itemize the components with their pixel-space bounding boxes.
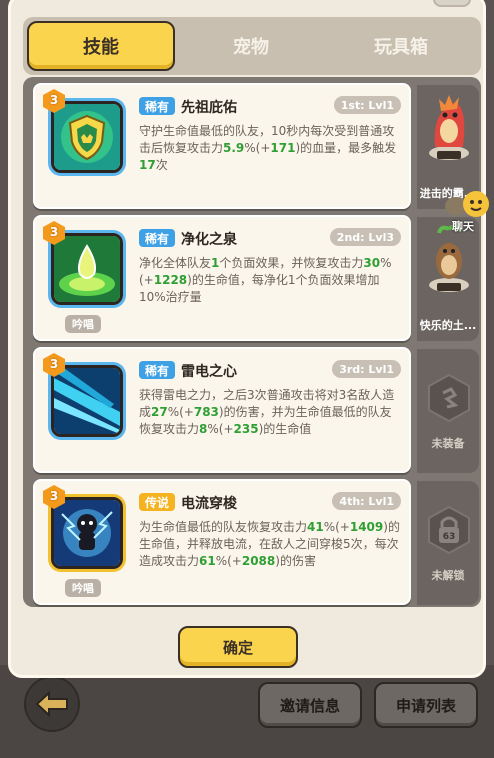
skill-card[interactable]: 3 吟唱 稀有 净化之泉 2nd: Lvl3 净化全体队友1个负面效果，并恢复攻…	[33, 215, 411, 341]
slot-level-badge: 1st: Lvl1	[333, 96, 401, 114]
confirm-button[interactable]: 确定	[178, 626, 298, 668]
lightning-icon	[54, 368, 120, 434]
skill-name: 雷电之心	[181, 364, 237, 380]
skill-list: 3 稀有 先祖庇佑 1st: Lvl1 守护生命值最低的队友，10秒内每次受到普…	[23, 77, 481, 607]
back-button[interactable]	[24, 676, 80, 732]
tab-pets[interactable]: 宠物	[177, 21, 325, 71]
chat-bubble-icon	[445, 191, 489, 217]
level-badge: 3	[43, 485, 65, 509]
lock-number: 63	[443, 532, 456, 542]
level-badge: 3	[43, 353, 65, 377]
slot-level-badge: 2nd: Lvl3	[329, 228, 401, 246]
panel-top-decoration	[433, 0, 471, 7]
chant-tag: 吟唱	[65, 579, 101, 597]
invite-info-button[interactable]: 邀请信息	[258, 682, 362, 728]
rarity-tag: 稀有	[139, 97, 176, 115]
lock-icon: 63	[428, 505, 470, 555]
tab-toybox[interactable]: 玩具箱	[327, 21, 475, 71]
skill-card[interactable]: 3 稀有 雷电之心 3rd: Lvl1 获得雷电之力，之后3次普通攻击将对3名敌…	[33, 347, 411, 473]
skill-description: 获得雷电之力，之后3次普通攻击将对3名敌人造成27%(+783)的伤害，并为生命…	[139, 388, 395, 436]
skill-description: 守护生命值最低的队友，10秒内每次受到普通攻击后恢复攻击力5.9%(+171)的…	[139, 124, 397, 172]
pet-name: 快乐的土...	[419, 319, 477, 332]
locked-slot[interactable]: 63 未解锁	[417, 481, 479, 605]
slot-level-badge: 4th: Lvl1	[332, 492, 401, 510]
level-badge: 3	[43, 89, 65, 113]
slot-status: 未装备	[431, 437, 465, 450]
skill-name: 净化之泉	[181, 232, 237, 248]
back-arrow-icon	[35, 691, 68, 717]
skill-panel: 技能 宠物 玩具箱 3 稀有 先祖庇佑 1st: Lvl1 守护生命值最低的队友…	[8, 0, 486, 678]
electric-figure-icon	[54, 500, 120, 566]
rarity-tag: 稀有	[139, 229, 176, 247]
rarity-tag: 传说	[139, 493, 176, 511]
chat-label: 聊天	[452, 220, 474, 233]
tab-skills[interactable]: 技能	[27, 21, 175, 71]
hex-slot-icon	[428, 373, 470, 423]
skill-description: 净化全体队友1个负面效果，并恢复攻击力30%(+1228)的生命值，每净化1个负…	[139, 256, 392, 304]
skill-description: 为生命值最低的队友恢复攻击力41%(+1409)的生命值，并释放电流，在敌人之间…	[139, 520, 400, 568]
red-dragon-pet-icon	[429, 95, 469, 160]
skill-card[interactable]: 3 吟唱 传说 电流穿梭 4th: Lvl1 为生命值最低的队友恢复攻击力41%…	[33, 479, 411, 605]
spring-drop-icon	[54, 236, 120, 302]
apply-list-button[interactable]: 申请列表	[374, 682, 478, 728]
slot-status: 未解锁	[431, 569, 465, 582]
rarity-tag: 稀有	[139, 361, 176, 379]
skill-name: 先祖庇佑	[181, 100, 237, 116]
skill-card[interactable]: 3 稀有 先祖庇佑 1st: Lvl1 守护生命值最低的队友，10秒内每次受到普…	[33, 83, 411, 209]
empty-slot[interactable]: 未装备	[417, 349, 479, 473]
chant-tag: 吟唱	[65, 315, 101, 333]
tab-bar: 技能 宠物 玩具箱	[23, 17, 481, 75]
level-badge: 3	[43, 221, 65, 245]
chat-button[interactable]: 聊天	[444, 190, 494, 236]
shield-icon	[54, 104, 120, 170]
slot-level-badge: 3rd: Lvl1	[332, 360, 401, 378]
skill-name: 电流穿梭	[181, 496, 237, 512]
